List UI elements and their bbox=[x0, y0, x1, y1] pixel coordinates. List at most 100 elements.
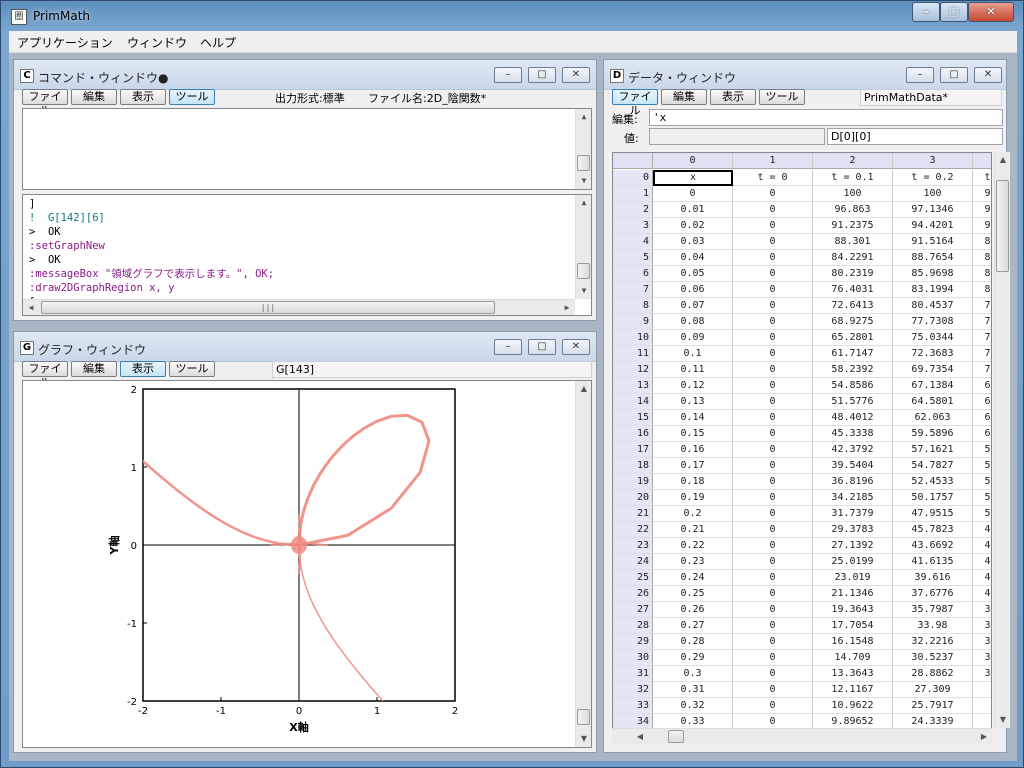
grid-cell[interactable]: t = 0.2 bbox=[893, 170, 973, 186]
grid-cell[interactable]: 97.1346 bbox=[893, 202, 973, 218]
grid-cell[interactable]: 100 bbox=[893, 186, 973, 202]
menu-application[interactable]: アプリケーション bbox=[17, 34, 113, 51]
grid-cell[interactable]: 0.28 bbox=[653, 634, 733, 650]
log-vertical-scrollbar[interactable]: ▲ ▼ bbox=[575, 195, 591, 299]
grid-cell[interactable]: 72.3683 bbox=[893, 346, 973, 362]
scroll-thumb[interactable] bbox=[996, 180, 1009, 272]
grid-cell[interactable]: 13.3643 bbox=[813, 666, 893, 682]
scroll-thumb[interactable] bbox=[577, 709, 590, 725]
command-minimize-button[interactable]: – bbox=[494, 67, 522, 83]
grid-cell[interactable]: 88.301 bbox=[813, 234, 893, 250]
grid-cell[interactable]: 4 bbox=[973, 554, 991, 570]
command-window-title-bar[interactable]: C コマンド・ウィンドウ● – □ ✕ bbox=[14, 60, 596, 90]
grid-cell[interactable]: 34.2185 bbox=[813, 490, 893, 506]
data-window-title-bar[interactable]: D データ・ウィンドウ – □ ✕ bbox=[604, 60, 1006, 90]
grid-cell[interactable]: 23.019 bbox=[813, 570, 893, 586]
graph-edit-button[interactable]: 編集 bbox=[71, 361, 117, 377]
grid-cell[interactable]: 94.4201 bbox=[893, 218, 973, 234]
grid-cell[interactable]: 0 bbox=[653, 186, 733, 202]
grid-cell[interactable]: 75.0344 bbox=[893, 330, 973, 346]
grid-cell[interactable]: 0 bbox=[733, 442, 813, 458]
grid-cell[interactable]: 27.309 bbox=[893, 682, 973, 698]
row-header[interactable]: 5 bbox=[613, 250, 653, 266]
grid-cell[interactable]: 0 bbox=[733, 538, 813, 554]
command-maximize-button[interactable]: □ bbox=[528, 67, 556, 83]
input-vertical-scrollbar[interactable]: ▲ ▼ bbox=[575, 109, 591, 189]
grid-vertical-scrollbar[interactable]: ▲ ▼ bbox=[994, 152, 1010, 728]
grid-cell[interactable]: 14.709 bbox=[813, 650, 893, 666]
grid-cell[interactable]: 8 bbox=[973, 266, 991, 282]
grid-cell[interactable]: 3 bbox=[973, 634, 991, 650]
grid-cell[interactable]: 19.3643 bbox=[813, 602, 893, 618]
app-icon[interactable]: 圏 bbox=[11, 9, 27, 25]
grid-cell[interactable]: 7 bbox=[973, 362, 991, 378]
row-header[interactable]: 33 bbox=[613, 698, 653, 714]
grid-cell[interactable]: 0.31 bbox=[653, 682, 733, 698]
grid-cell[interactable]: 25.7917 bbox=[893, 698, 973, 714]
grid-cell[interactable]: 21.1346 bbox=[813, 586, 893, 602]
grid-cell[interactable]: 0 bbox=[733, 634, 813, 650]
grid-cell[interactable]: 10.9622 bbox=[813, 698, 893, 714]
grid-cell[interactable]: 42.3792 bbox=[813, 442, 893, 458]
grid-cell[interactable]: 0.2 bbox=[653, 506, 733, 522]
grid-cell[interactable] bbox=[973, 682, 991, 698]
grid-cell[interactable]: 33.98 bbox=[893, 618, 973, 634]
grid-cell[interactable]: 50.1757 bbox=[893, 490, 973, 506]
grid-cell[interactable]: 5 bbox=[973, 490, 991, 506]
grid-cell[interactable]: 0.06 bbox=[653, 282, 733, 298]
grid-cell[interactable]: 0.23 bbox=[653, 554, 733, 570]
grid-cell[interactable]: 45.7823 bbox=[893, 522, 973, 538]
grid-cell[interactable]: 0.05 bbox=[653, 266, 733, 282]
grid-cell[interactable]: 64.5801 bbox=[893, 394, 973, 410]
grid-cell[interactable]: 16.1548 bbox=[813, 634, 893, 650]
grid-cell[interactable]: 0.22 bbox=[653, 538, 733, 554]
grid-cell[interactable]: 61.7147 bbox=[813, 346, 893, 362]
grid-cell[interactable]: 7 bbox=[973, 314, 991, 330]
scroll-down-icon[interactable]: ▼ bbox=[576, 173, 591, 189]
grid-cell[interactable]: 0.01 bbox=[653, 202, 733, 218]
grid-cell[interactable]: 0 bbox=[733, 698, 813, 714]
row-header[interactable]: 18 bbox=[613, 458, 653, 474]
close-button[interactable]: ✕ bbox=[968, 2, 1014, 22]
row-header[interactable]: 8 bbox=[613, 298, 653, 314]
grid-cell[interactable]: 5 bbox=[973, 458, 991, 474]
grid-cell[interactable]: 77.7308 bbox=[893, 314, 973, 330]
grid-cell[interactable]: 96.863 bbox=[813, 202, 893, 218]
grid-cell[interactable]: 0.25 bbox=[653, 586, 733, 602]
grid-cell[interactable]: 0 bbox=[733, 266, 813, 282]
data-tool-button[interactable]: ツール bbox=[759, 89, 805, 105]
grid-cell[interactable]: 0 bbox=[733, 666, 813, 682]
scroll-right-icon[interactable]: ▶ bbox=[559, 300, 575, 315]
scroll-thumb[interactable]: ||| bbox=[41, 301, 495, 314]
grid-cell[interactable]: 80.4537 bbox=[893, 298, 973, 314]
grid-cell[interactable]: 0.27 bbox=[653, 618, 733, 634]
row-header[interactable]: 30 bbox=[613, 650, 653, 666]
grid-cell[interactable]: 3 bbox=[973, 666, 991, 682]
grid-cell[interactable] bbox=[973, 698, 991, 714]
grid-cell[interactable]: 0 bbox=[733, 458, 813, 474]
row-header[interactable]: 31 bbox=[613, 666, 653, 682]
row-header[interactable]: 24 bbox=[613, 554, 653, 570]
scroll-right-icon[interactable]: ▶ bbox=[976, 729, 992, 745]
grid-cell[interactable]: 67.1384 bbox=[893, 378, 973, 394]
grid-cell[interactable]: 9 bbox=[973, 202, 991, 218]
grid-cell[interactable]: 35.7987 bbox=[893, 602, 973, 618]
scroll-left-icon[interactable]: ◀ bbox=[632, 729, 648, 745]
grid-cell[interactable]: 0 bbox=[733, 570, 813, 586]
row-header[interactable]: 17 bbox=[613, 442, 653, 458]
scroll-up-icon[interactable]: ▲ bbox=[995, 152, 1011, 168]
grid-cell[interactable]: 0.02 bbox=[653, 218, 733, 234]
scroll-up-icon[interactable]: ▲ bbox=[576, 195, 591, 211]
graph-canvas-area[interactable]: -2 -1 0 1 2 -2 -1 0 1 2 X軸 Y軸 ▲ ▼ bbox=[22, 380, 592, 748]
graph-file-button[interactable]: ファイル bbox=[22, 361, 68, 389]
grid-cell[interactable]: 76.4031 bbox=[813, 282, 893, 298]
grid-cell[interactable]: 6 bbox=[973, 426, 991, 442]
grid-cell[interactable]: 0.18 bbox=[653, 474, 733, 490]
row-header[interactable]: 23 bbox=[613, 538, 653, 554]
grid-cell[interactable]: 0 bbox=[733, 234, 813, 250]
grid-cell[interactable]: 31.7379 bbox=[813, 506, 893, 522]
grid-cell[interactable]: 0.03 bbox=[653, 234, 733, 250]
row-header[interactable]: 21 bbox=[613, 506, 653, 522]
grid-cell[interactable]: 52.4533 bbox=[893, 474, 973, 490]
grid-cell[interactable]: 0 bbox=[733, 314, 813, 330]
